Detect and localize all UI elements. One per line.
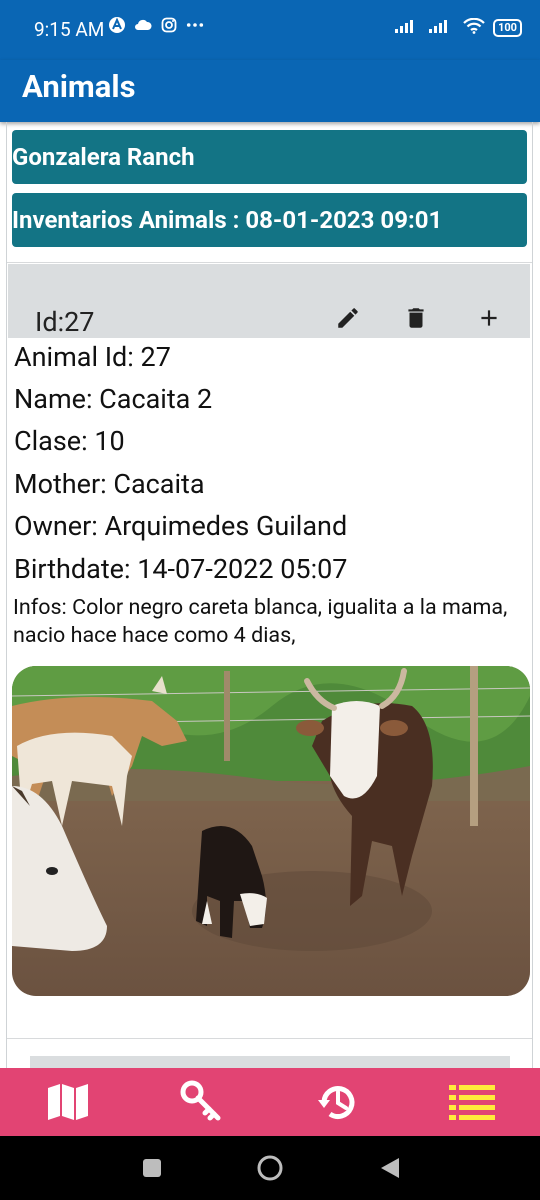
divider: [7, 262, 532, 263]
wifi-icon: [463, 17, 485, 37]
map-icon: [48, 1084, 88, 1120]
circle-icon: [257, 1155, 283, 1181]
owner-field: Owner: Arquimedes Guiland: [14, 510, 348, 542]
status-bar: 9:15 AM 100: [0, 0, 540, 60]
bottom-nav: [0, 1068, 540, 1136]
animal-photo-image: [12, 666, 530, 996]
history-icon: [318, 1086, 355, 1119]
history-button[interactable]: [314, 1080, 362, 1124]
recents-button[interactable]: [138, 1154, 166, 1182]
page-title: Animals: [22, 68, 136, 105]
animal-card-header: Id:27: [8, 264, 530, 338]
delete-icon: [408, 308, 424, 328]
card-id: Id:27: [35, 306, 95, 338]
content-area[interactable]: Gonzalera Ranch Inventarios Animals : 08…: [6, 122, 533, 1068]
back-triangle-icon: [381, 1158, 399, 1178]
next-card-header: [30, 1056, 510, 1068]
status-system-icons: 100: [395, 17, 522, 37]
animal-photo[interactable]: [12, 666, 530, 996]
square-icon: [143, 1159, 161, 1177]
list-button[interactable]: [448, 1080, 496, 1124]
infos-text: Infos: Color negro careta blanca, iguali…: [13, 595, 508, 648]
list-icon: [449, 1085, 495, 1120]
divider: [7, 1038, 532, 1039]
nav-app-icon: [108, 16, 126, 34]
more-dots-icon: [186, 16, 204, 34]
name-field: Name: Cacaita 2: [14, 383, 213, 415]
system-nav-bar: [0, 1136, 540, 1200]
back-button[interactable]: [376, 1154, 404, 1182]
key-button[interactable]: [178, 1080, 226, 1124]
app-bar: Animals: [0, 60, 540, 122]
map-button[interactable]: [44, 1080, 92, 1124]
signal-icon-2: [429, 19, 455, 36]
edit-icon: [338, 308, 358, 328]
ranch-name: Gonzalera Ranch: [12, 143, 195, 171]
animal-id-field: Animal Id: 27: [14, 341, 171, 373]
status-time: 9:15 AM: [34, 18, 105, 41]
battery-icon: 100: [493, 18, 522, 37]
edit-button[interactable]: [332, 302, 364, 334]
inventory-banner: Inventarios Animals : 08-01-2023 09:01: [12, 193, 527, 247]
key-icon: [180, 1080, 221, 1121]
add-button[interactable]: [473, 302, 505, 334]
birthdate-field: Birthdate: 14-07-2022 05:07: [14, 553, 348, 585]
home-button[interactable]: [256, 1154, 284, 1182]
status-notification-icons: [108, 16, 204, 34]
add-icon: [481, 310, 497, 326]
inventory-title: Inventarios Animals : 08-01-2023 09:01: [12, 206, 443, 234]
ranch-banner: Gonzalera Ranch: [12, 130, 527, 184]
signal-icon: [395, 19, 421, 36]
instagram-icon: [160, 16, 178, 34]
delete-button[interactable]: [400, 302, 432, 334]
mother-field: Mother: Cacaita: [14, 468, 205, 500]
cloud-icon: [134, 16, 152, 34]
clase-field: Clase: 10: [14, 425, 125, 457]
